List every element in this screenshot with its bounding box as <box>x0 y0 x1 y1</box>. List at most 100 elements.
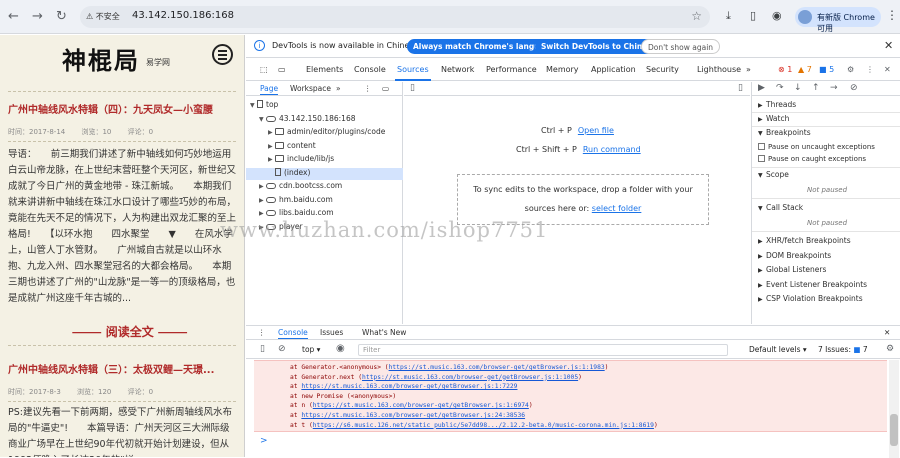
issues-count[interactable]: ■ 5 <box>819 65 834 74</box>
tree-item[interactable]: ▶ content <box>268 141 316 153</box>
caret-right-icon[interactable]: ▶ <box>259 183 266 190</box>
caret-down-icon[interactable]: ▼ <box>259 116 266 123</box>
stack-frame-link[interactable]: https://st.music.163.com/browser-get/get… <box>313 402 529 409</box>
site-logo[interactable]: 神棍局 <box>62 41 140 76</box>
stack-frame-link[interactable]: https://s6.music.126.net/static_public/5… <box>313 422 654 429</box>
tree-item[interactable]: (index) <box>246 167 403 180</box>
caret-down-icon[interactable]: ▼ <box>250 102 257 109</box>
console-scroll-thumb[interactable] <box>890 414 898 446</box>
console-settings-gear-icon[interactable]: ⚙ <box>886 344 894 354</box>
tree-item[interactable]: ▶ include/lib/js <box>268 154 334 166</box>
section-breakpoints[interactable]: ▼ Breakpoints <box>758 128 811 137</box>
dont-show-button[interactable]: Don't show again <box>641 39 721 54</box>
caret-right-icon[interactable]: ▶ <box>268 143 275 150</box>
section-dom-breakpoints[interactable]: ▶ DOM Breakpoints <box>758 251 831 260</box>
article-title[interactable]: 广州中轴线风水特辑（三）：太极双鲤—天璟... <box>8 361 214 376</box>
section-call-stack[interactable]: ▼ Call Stack <box>758 203 803 212</box>
sidepanel-icon[interactable]: ▯ <box>750 9 756 22</box>
eye-icon[interactable]: ◉ <box>336 343 345 354</box>
tree-item[interactable]: ▶ admin/editor/plugins/code <box>268 127 385 139</box>
section-watch[interactable]: ▶ Watch <box>758 114 789 123</box>
tree-item[interactable]: ▼ 43.142.150.186:168 <box>259 114 355 126</box>
address-bar[interactable]: ⚠ 不安全 43.142.150.186:168 ☆ <box>80 6 710 28</box>
step-icon[interactable]: → <box>830 83 838 93</box>
tab-workspace[interactable]: Workspace <box>290 84 331 93</box>
tab-drawer-issues[interactable]: Issues <box>320 328 343 337</box>
tab-drawer-console[interactable]: Console <box>278 328 308 339</box>
section-xhr-breakpoints[interactable]: ▶ XHR/fetch Breakpoints <box>758 236 851 245</box>
more-navigator-icon[interactable]: » <box>336 84 341 93</box>
filter-input[interactable]: Filter <box>358 344 728 356</box>
tree-item[interactable]: ▶ cdn.bootcss.com <box>259 181 342 193</box>
tab-page[interactable]: Page <box>260 84 279 95</box>
forward-icon[interactable]: → <box>32 9 43 24</box>
tab-whats-new[interactable]: What's New <box>362 328 406 337</box>
step-over-icon[interactable]: ↷ <box>776 83 784 93</box>
device-toolbar-icon[interactable]: ▭ <box>278 65 286 74</box>
caret-right-icon[interactable]: ▶ <box>259 210 266 217</box>
back-icon[interactable]: ← <box>8 9 19 24</box>
issues-button[interactable]: 7 Issues: ■ 7 <box>818 345 868 354</box>
update-chrome-button[interactable]: 有新版 Chrome 可用 <box>795 7 881 33</box>
stack-frame-link[interactable]: https://st.music.163.com/browser-get/get… <box>389 364 605 371</box>
tab-sources[interactable]: Sources <box>395 65 431 81</box>
tab-network[interactable]: Network <box>441 65 474 74</box>
settings-gear-icon[interactable]: ⚙ <box>847 65 854 74</box>
drawer-menu-icon[interactable]: ⋮ <box>258 328 266 337</box>
caret-right-icon[interactable]: ▶ <box>268 129 275 136</box>
error-count[interactable]: ⊗ 1 <box>778 65 792 74</box>
tab-security[interactable]: Security <box>646 65 679 74</box>
caret-right-icon[interactable]: ▶ <box>259 197 266 204</box>
section-global-listeners[interactable]: ▶ Global Listeners <box>758 265 826 274</box>
tree-item[interactable]: ▶ hm.baidu.com <box>259 195 333 207</box>
clear-console-icon[interactable]: ⊘ <box>278 344 286 354</box>
stack-frame-link[interactable]: https://st.music.163.com/browser-get/get… <box>301 383 517 390</box>
bookmark-star-icon[interactable]: ☆ <box>691 9 702 23</box>
inspect-icon[interactable]: ⬚ <box>260 65 268 74</box>
download-icon[interactable]: ⤓ <box>726 9 731 23</box>
more-tabs-icon[interactable]: » <box>746 65 751 74</box>
select-folder-link[interactable]: select folder <box>592 204 642 213</box>
stack-frame-link[interactable]: https://st.music.163.com/browser-get/get… <box>362 374 578 381</box>
url-text[interactable]: 43.142.150.186:168 <box>132 10 234 21</box>
tree-item[interactable]: ▼ top <box>250 100 278 112</box>
navigator-menu-icon[interactable]: ⋮ <box>364 84 372 93</box>
toggle-debugger-icon[interactable]: ▯ <box>738 83 743 93</box>
security-indicator[interactable]: ⚠ 不安全 <box>86 11 120 22</box>
caret-right-icon[interactable]: ▶ <box>268 156 275 163</box>
sidebar-toggle-icon[interactable]: ▯ <box>260 344 265 354</box>
close-drawer-icon[interactable]: ✕ <box>884 328 890 337</box>
close-devtools-icon[interactable]: ✕ <box>884 65 891 74</box>
run-command-link[interactable]: Run command <box>583 145 641 154</box>
profile-icon[interactable]: ◉ <box>772 9 782 22</box>
deactivate-breakpoints-icon[interactable]: ⊘ <box>850 83 858 93</box>
context-selector[interactable]: top ▾ <box>302 345 320 354</box>
read-all-link[interactable]: ⸻ 阅读全文 ⸻ <box>72 323 187 340</box>
article-title[interactable]: 广州中轴线风水特辑（四）：九天凤女—小蛮腰 <box>8 101 213 116</box>
section-event-listener-breakpoints[interactable]: ▶ Event Listener Breakpoints <box>758 280 867 289</box>
more-options-icon[interactable]: ⋮ <box>866 65 874 74</box>
tab-elements[interactable]: Elements <box>306 65 343 74</box>
step-into-icon[interactable]: ↓ <box>794 83 802 93</box>
console-prompt[interactable]: > <box>260 436 268 446</box>
hamburger-menu-icon[interactable] <box>212 44 233 65</box>
section-threads[interactable]: ▶ Threads <box>758 100 796 109</box>
section-csp-breakpoints[interactable]: ▶ CSP Violation Breakpoints <box>758 294 863 303</box>
close-icon[interactable]: ✕ <box>884 39 893 52</box>
tab-console[interactable]: Console <box>354 65 386 74</box>
toggle-navigator-icon[interactable]: ▯ <box>410 83 415 93</box>
stack-frame-link[interactable]: https://st.music.163.com/browser-get/get… <box>301 412 525 419</box>
section-scope[interactable]: ▼ Scope <box>758 170 789 179</box>
toggle-navigator-icon[interactable]: ▭ <box>382 84 389 93</box>
tab-lighthouse[interactable]: Lighthouse <box>697 65 741 74</box>
warning-count[interactable]: ▲ 7 <box>798 65 812 74</box>
pause-uncaught-checkbox[interactable]: Pause on uncaught exceptions <box>758 143 875 151</box>
resume-icon[interactable]: ▶ <box>758 83 765 93</box>
tab-memory[interactable]: Memory <box>546 65 579 74</box>
step-out-icon[interactable]: ↑ <box>812 83 820 93</box>
more-menu-icon[interactable]: ⋮ <box>886 8 898 22</box>
log-levels-dropdown[interactable]: Default levels ▾ <box>749 345 807 354</box>
tab-application[interactable]: Application <box>591 65 636 74</box>
reload-icon[interactable]: ↻ <box>56 9 67 24</box>
tab-performance[interactable]: Performance <box>486 65 537 74</box>
